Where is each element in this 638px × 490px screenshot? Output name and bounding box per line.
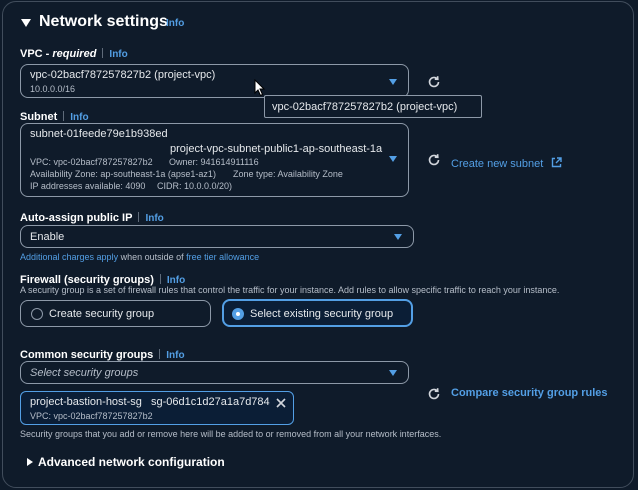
- subnet-az: Availability Zone: ap-southeast-1a (apse…: [30, 169, 216, 179]
- subnet-id: subnet-01feede79e1b938ed: [30, 128, 168, 140]
- subnet-cidr: CIDR: 10.0.0.0/20): [157, 181, 233, 191]
- subnet-ips: IP addresses available: 4090: [30, 181, 146, 191]
- token-vpc: VPC: vpc-02bacf787257827b2: [30, 411, 153, 421]
- public-ip-info-link[interactable]: Info: [145, 213, 163, 224]
- subnet-zone-type: Zone type: Availability Zone: [233, 169, 343, 179]
- subnet-owner: Owner: 941614911116: [169, 157, 259, 167]
- public-ip-label: Auto-assign public IP: [20, 212, 133, 224]
- subnet-name: project-vpc-subnet-public1-ap-southeast-…: [170, 143, 383, 155]
- common-sg-info-link[interactable]: Info: [166, 350, 184, 361]
- public-ip-value: Enable: [30, 231, 65, 243]
- refresh-icon[interactable]: [427, 153, 441, 167]
- token-name: project-bastion-host-sg: [30, 396, 142, 408]
- security-groups-placeholder: Select security groups: [30, 367, 139, 379]
- collapse-caret-icon[interactable]: [21, 19, 31, 27]
- select-existing-security-group-label: Select existing security group: [250, 308, 394, 320]
- divider: [102, 48, 104, 58]
- expand-caret-icon: [27, 458, 33, 466]
- vpc-select[interactable]: vpc-02bacf787257827b2 (project-vpc) 10.0…: [20, 64, 409, 98]
- section-info-link[interactable]: Info: [166, 18, 184, 29]
- vpc-required: required: [52, 48, 97, 60]
- public-ip-note: Additional charges apply when outside of…: [20, 252, 259, 262]
- security-groups-select[interactable]: Select security groups: [20, 361, 409, 384]
- compare-sg-rules-button[interactable]: Compare security group rules: [451, 387, 608, 399]
- vpc-info-link[interactable]: Info: [109, 49, 127, 60]
- divider: [159, 274, 161, 284]
- subnet-label: Subnet: [20, 111, 58, 123]
- refresh-icon[interactable]: [427, 387, 441, 401]
- chevron-down-icon: [389, 370, 397, 376]
- public-ip-label-row: Auto-assign public IP Info: [20, 208, 164, 226]
- radio-checked-icon[interactable]: [232, 308, 244, 320]
- select-existing-security-group-option[interactable]: Select existing security group: [222, 299, 413, 327]
- subnet-info-link[interactable]: Info: [70, 112, 88, 123]
- subnet-vpc: VPC: vpc-02bacf787257827b2: [30, 157, 153, 167]
- vpc-tooltip: vpc-02bacf787257827b2 (project-vpc): [264, 95, 482, 118]
- divider: [63, 111, 65, 121]
- create-security-group-option[interactable]: Create security group: [20, 300, 211, 327]
- advanced-network-label: Advanced network configuration: [38, 455, 225, 469]
- subnet-select[interactable]: subnet-01feede79e1b938ed project-vpc-sub…: [20, 123, 409, 197]
- common-sg-note: Security groups that you add or remove h…: [20, 429, 442, 439]
- chevron-down-icon: [389, 79, 397, 85]
- chevron-down-icon: [389, 156, 397, 162]
- vpc-select-value: vpc-02bacf787257827b2 (project-vpc): [30, 69, 216, 81]
- chevron-down-icon: [394, 234, 402, 240]
- divider: [138, 212, 140, 222]
- refresh-icon[interactable]: [427, 75, 441, 89]
- divider: [159, 349, 161, 359]
- public-ip-select[interactable]: Enable: [20, 225, 414, 248]
- firewall-description: A security group is a set of firewall ru…: [20, 285, 560, 295]
- close-icon[interactable]: [275, 397, 287, 409]
- create-subnet-link[interactable]: Create new subnet: [451, 154, 562, 172]
- common-sg-label: Common security groups: [20, 349, 154, 361]
- charges-note-text: when outside of: [118, 252, 187, 262]
- create-security-group-label: Create security group: [49, 308, 155, 320]
- token-id: sg-06d1c1d27a1a7d784: [151, 396, 270, 408]
- create-subnet-label: Create new subnet: [451, 158, 544, 170]
- vpc-label-row: VPC - required Info: [20, 44, 128, 62]
- vpc-select-cidr: 10.0.0.0/16: [30, 84, 76, 94]
- security-group-token: project-bastion-host-sg sg-06d1c1d27a1a7…: [20, 391, 294, 425]
- free-tier-link[interactable]: free tier allowance: [186, 252, 259, 262]
- section-title: Network settings: [39, 13, 168, 30]
- vpc-label: VPC -: [20, 48, 53, 60]
- radio-unchecked-icon[interactable]: [31, 308, 43, 320]
- vpc-tooltip-text: vpc-02bacf787257827b2 (project-vpc): [272, 101, 458, 113]
- external-link-icon: [551, 157, 562, 168]
- charges-link[interactable]: Additional charges apply: [20, 252, 118, 262]
